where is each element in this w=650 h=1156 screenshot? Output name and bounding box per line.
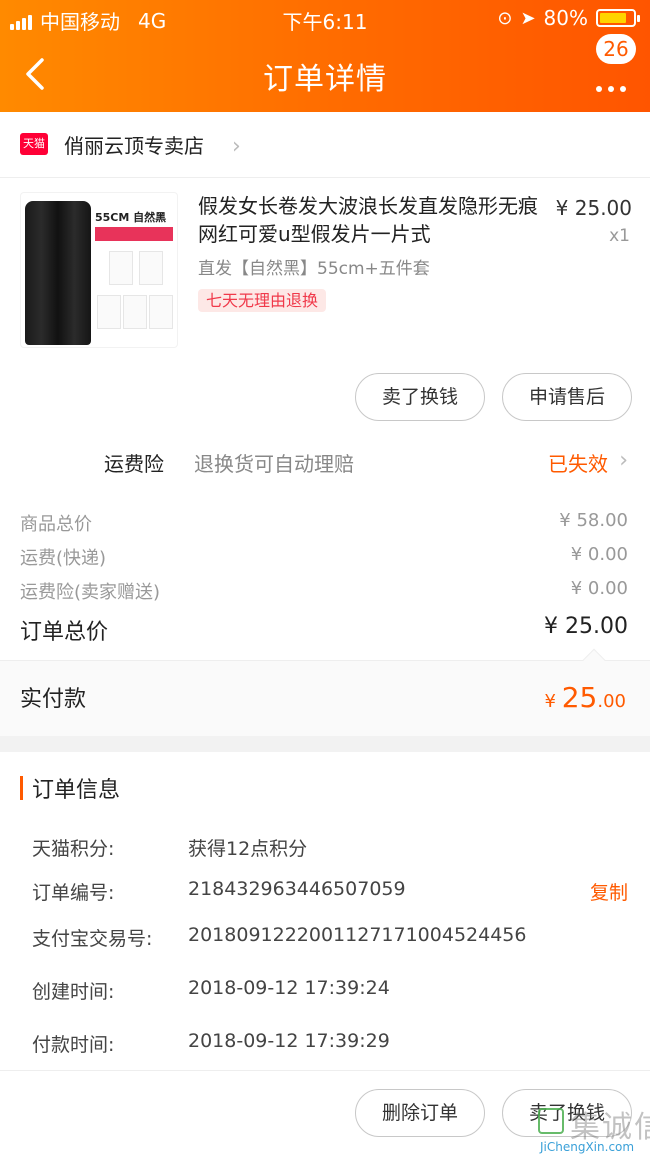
product-name[interactable]: 假发女长卷发大波浪长发直发隐形无痕网红可爱u型假发片一片式 (198, 192, 538, 248)
watermark: 集诚信 JiChengXin.com (526, 1100, 650, 1156)
cost-label: 运费(快递) (20, 548, 107, 569)
cost-row: 运费(快递) ¥ 0.00 (0, 538, 650, 572)
delete-order-button[interactable]: 删除订单 (355, 1089, 485, 1137)
copy-button[interactable]: 复制 (590, 878, 628, 905)
chevron-right-icon: › (232, 134, 241, 159)
product-image[interactable]: 55CM 自然黑 (20, 192, 178, 348)
battery-fill (600, 13, 626, 23)
cost-row: 运费险(卖家赠送) ¥ 0.00 (0, 572, 650, 606)
product-item[interactable]: 55CM 自然黑 假发女长卷发大波浪长发直发隐形无痕网红可爱u型假发片一片式 ¥… (0, 178, 650, 358)
cost-breakdown: 商品总价 ¥ 58.00 运费(快递) ¥ 0.00 运费险(卖家赠送) ¥ 0… (0, 504, 650, 606)
order-total-value: ¥ 25.00 (544, 614, 628, 639)
info-label: 付款时间: (32, 1034, 115, 1056)
order-total-row: 订单总价 ¥ 25.00 (0, 606, 650, 650)
section-divider (0, 736, 650, 752)
watermark-logo-icon (538, 1108, 564, 1134)
section-marker (20, 776, 23, 800)
status-bar: 中国移动 4G 下午6:11 ⊙ ➤ 80% (0, 6, 650, 34)
battery-icon (596, 9, 640, 27)
tmall-logo: 天猫 (20, 133, 48, 155)
info-row-alipay-number: 支付宝交易号: 2018091222001127171004524456 (0, 920, 650, 952)
after-sale-button[interactable]: 申请售后 (502, 373, 632, 421)
battery-percent: 80% (543, 6, 588, 30)
info-row-order-number: 订单编号: 218432963446507059 复制 (0, 874, 650, 906)
paid-decimal: .00 (597, 691, 626, 712)
location-icon: ➤ (520, 7, 536, 29)
cost-value: ¥ 0.00 (570, 578, 628, 599)
order-total-label: 订单总价 (20, 620, 109, 645)
accessory-thumb (139, 251, 163, 285)
store-row[interactable]: 天猫 俏丽云顶专卖店 › (0, 112, 650, 178)
paid-notch (582, 648, 606, 672)
page-title: 订单详情 (263, 62, 387, 97)
info-row-points: 天猫积分: 获得12点积分 (0, 830, 650, 862)
info-value: 2018-09-12 17:39:24 (188, 977, 390, 999)
insurance-status: 已失效 (548, 452, 608, 476)
accessory-thumb (97, 295, 121, 329)
cost-label: 运费险(卖家赠送) (20, 582, 161, 603)
info-value: 218432963446507059 (188, 878, 406, 900)
product-sku: 直发【自然黑】55cm+五件套 (198, 259, 430, 279)
header: 中国移动 4G 下午6:11 ⊙ ➤ 80% 订单详情 26 (0, 0, 650, 112)
product-quantity: x1 (609, 226, 630, 246)
more-menu-button[interactable] (592, 62, 632, 92)
paid-row: 实付款 ¥ 25.00 (0, 648, 650, 736)
info-label: 支付宝交易号: (32, 928, 153, 950)
info-label: 创建时间: (32, 981, 115, 1003)
info-value: 2018-09-12 17:39:29 (188, 1030, 390, 1052)
cost-row: 商品总价 ¥ 58.00 (0, 504, 650, 538)
cost-value: ¥ 58.00 (559, 510, 628, 531)
return-policy-tag: 七天无理由退换 (198, 289, 327, 312)
chevron-right-icon: › (619, 448, 628, 473)
shipping-insurance-row[interactable]: 运费险 退换货可自动理赔 已失效 › (0, 436, 650, 486)
info-value: 2018091222001127171004524456 (188, 924, 527, 946)
paid-amount: ¥ 25.00 (545, 681, 626, 714)
accessory-thumb (123, 295, 147, 329)
wig-illustration (25, 201, 91, 345)
product-image-banner (95, 227, 173, 241)
insurance-label: 运费险 (104, 452, 164, 476)
store-name[interactable]: 俏丽云顶专卖店 (64, 130, 204, 159)
sell-button[interactable]: 卖了换钱 (355, 373, 485, 421)
cost-label: 商品总价 (20, 514, 92, 535)
info-row-created-time: 创建时间: 2018-09-12 17:39:24 (0, 973, 650, 1005)
info-row-paid-time: 付款时间: 2018-09-12 17:39:29 (0, 1026, 650, 1058)
paid-currency: ¥ (544, 691, 556, 712)
product-image-caption: 55CM 自然黑 (95, 211, 167, 224)
insurance-desc: 退换货可自动理赔 (194, 452, 354, 476)
product-price: ¥ 25.00 (555, 196, 632, 220)
paid-label: 实付款 (20, 687, 87, 712)
lock-rotation-icon: ⊙ (497, 7, 513, 29)
accessory-thumb (109, 251, 133, 285)
watermark-url: JiChengXin.com (540, 1140, 635, 1154)
info-label: 天猫积分: (32, 838, 115, 860)
info-label: 订单编号: (32, 882, 115, 904)
message-badge[interactable]: 26 (596, 34, 636, 64)
order-info-title: 订单信息 (32, 778, 121, 803)
paid-integer: 25 (561, 681, 598, 714)
info-value: 获得12点积分 (188, 838, 308, 860)
cost-value: ¥ 0.00 (570, 544, 628, 565)
more-dots-icon (596, 86, 626, 92)
accessory-thumb (149, 295, 173, 329)
